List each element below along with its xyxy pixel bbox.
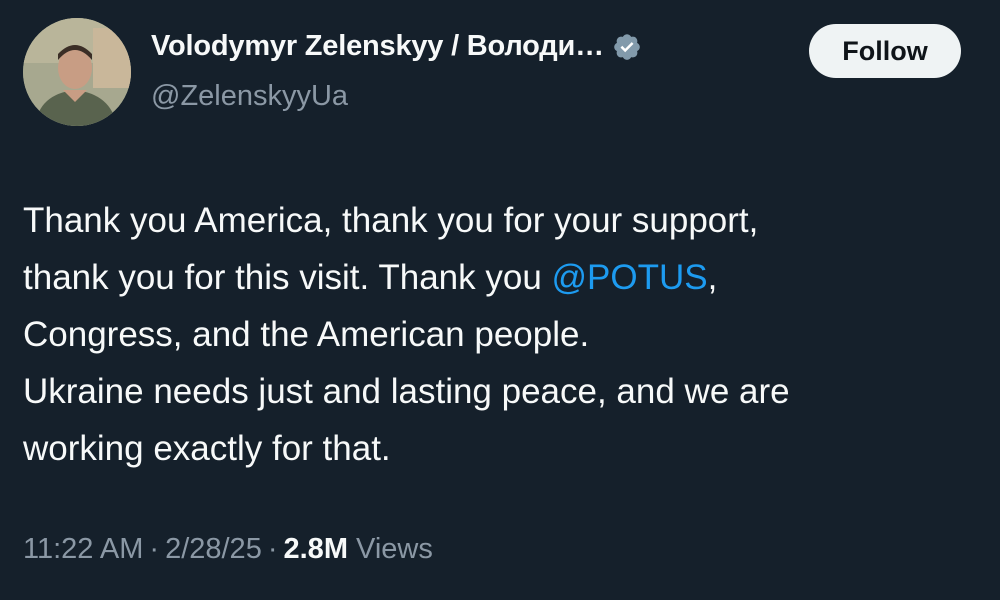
tweet-card: Volodymyr Zelenskyy / Володи… @Zelenskyy… — [0, 0, 1000, 600]
tweet-line-text: thank you for this visit. Thank you — [23, 258, 552, 297]
tweet-line: working exactly for that. — [23, 429, 391, 468]
tweet-text: Thank you America, thank you for your su… — [23, 192, 978, 477]
meta-separator: · — [149, 533, 160, 565]
tweet-date[interactable]: 2/28/25 — [165, 533, 262, 565]
tweet-meta: 11:22 AM · 2/28/25 · 2.8M Views — [23, 533, 433, 566]
meta-separator: · — [267, 533, 278, 565]
author-avatar[interactable] — [23, 18, 131, 126]
tweet-line-text: , — [707, 258, 718, 297]
author-display-name[interactable]: Volodymyr Zelenskyy / Володи… — [151, 30, 604, 63]
author-name-row: Volodymyr Zelenskyy / Володи… — [151, 30, 642, 63]
avatar-photo-icon — [23, 18, 131, 126]
tweet-time[interactable]: 11:22 AM — [23, 533, 143, 565]
tweet-line: thank you for this visit. Thank you @POT… — [23, 249, 978, 306]
views-count[interactable]: 2.8M — [284, 533, 348, 565]
tweet-line: Thank you America, thank you for your su… — [23, 201, 759, 240]
views-label: Views — [356, 533, 433, 565]
verified-badge-icon[interactable] — [612, 32, 642, 62]
follow-button[interactable]: Follow — [809, 24, 961, 78]
tweet-line: Ukraine needs just and lasting peace, an… — [23, 372, 790, 411]
mention-link[interactable]: @POTUS — [552, 258, 708, 297]
tweet-line: Congress, and the American people. — [23, 315, 590, 354]
author-handle[interactable]: @ZelenskyyUa — [151, 80, 348, 113]
